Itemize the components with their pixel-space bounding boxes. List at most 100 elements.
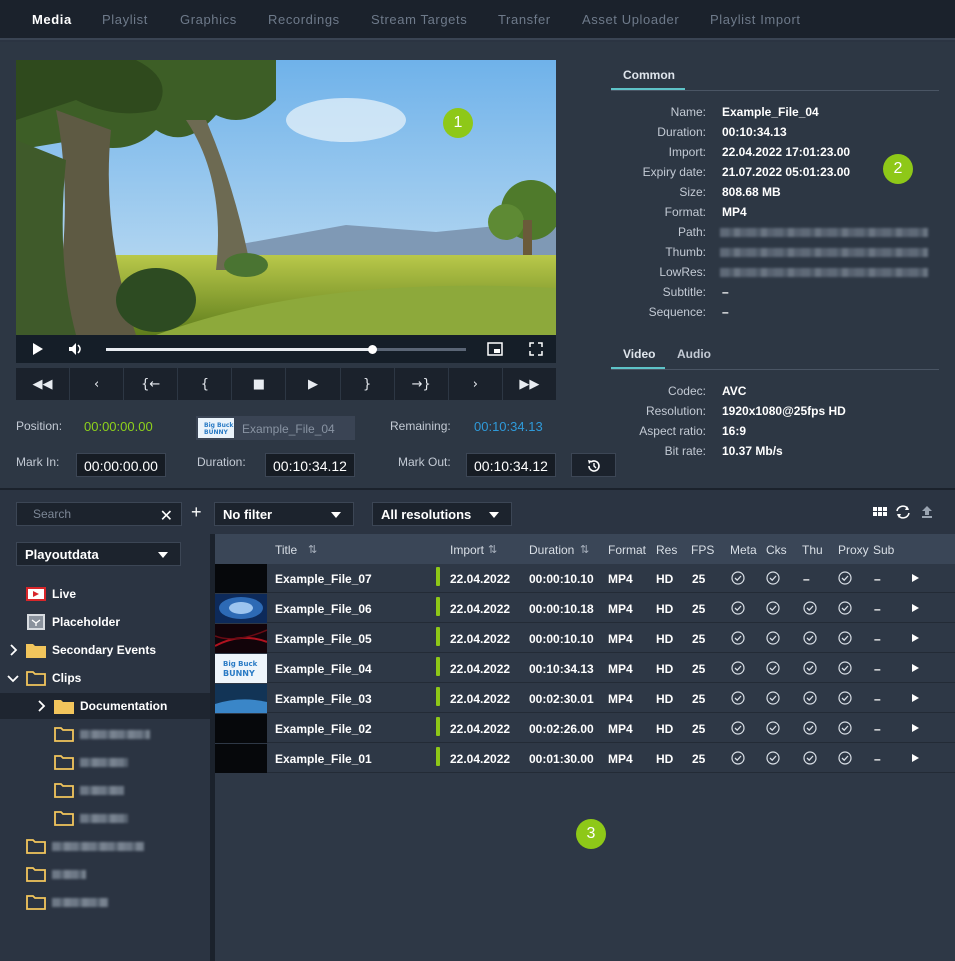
- tree-item-placeholder[interactable]: Placeholder: [0, 609, 210, 635]
- search-input[interactable]: [17, 503, 157, 525]
- play-clip-icon[interactable]: [912, 724, 919, 732]
- tree-item-redacted-folder[interactable]: [0, 833, 210, 859]
- tree-item-documentation[interactable]: Documentation: [0, 693, 210, 719]
- picture-in-picture-icon[interactable]: [487, 341, 503, 357]
- column-duration[interactable]: Duration: [529, 543, 574, 557]
- tab-graphics[interactable]: Graphics: [180, 12, 237, 27]
- tab-recordings[interactable]: Recordings: [268, 12, 340, 27]
- chevron-right-icon[interactable]: [6, 643, 20, 657]
- redacted-label: [80, 814, 128, 823]
- video-tab-divider: [611, 369, 939, 370]
- column-proxy[interactable]: Proxy: [838, 543, 869, 557]
- grid-view-icon[interactable]: [872, 504, 888, 520]
- play-button[interactable]: ▶: [286, 368, 341, 400]
- play-clip-icon[interactable]: [912, 574, 919, 582]
- column-format[interactable]: Format: [608, 543, 646, 557]
- tree-item-secondary-events[interactable]: Secondary Events: [0, 637, 210, 663]
- sort-icon[interactable]: ⇅: [308, 543, 317, 556]
- live-icon: [26, 587, 46, 601]
- play-icon[interactable]: [30, 341, 46, 357]
- filter-dropdown[interactable]: No filter: [214, 502, 354, 526]
- sort-icon[interactable]: ⇅: [488, 543, 497, 556]
- stop-button[interactable]: ■: [232, 368, 287, 400]
- go-to-mark-out-button[interactable]: →}: [395, 368, 449, 400]
- tab-transfer[interactable]: Transfer: [498, 12, 551, 27]
- table-row[interactable]: Example_File_06 22.04.2022 00:00:10.18 MP4 H…: [215, 594, 955, 623]
- rewind-button[interactable]: ◀◀: [16, 368, 71, 400]
- table-row[interactable]: Example_File_07 22.04.2022 00:00:10.10 MP4 H…: [215, 564, 955, 593]
- play-clip-icon[interactable]: [912, 754, 919, 762]
- cell-fps: 25: [692, 722, 706, 736]
- common-property-key: Import:: [668, 145, 706, 159]
- cell-import: 22.04.2022: [450, 572, 511, 586]
- volume-icon[interactable]: [68, 341, 84, 357]
- resolution-dropdown[interactable]: All resolutions: [372, 502, 512, 526]
- column-import[interactable]: Import: [450, 543, 484, 557]
- position-label: Position:: [16, 419, 63, 433]
- tree-item-redacted-folder[interactable]: [0, 721, 210, 747]
- column-meta[interactable]: Meta: [730, 543, 757, 557]
- tab-stream-targets[interactable]: Stream Targets: [371, 12, 467, 27]
- root-dropdown[interactable]: Playoutdata: [16, 542, 181, 566]
- tree-item-redacted-folder[interactable]: [0, 889, 210, 915]
- tree-item-live[interactable]: Live: [0, 581, 210, 607]
- cell-fps: 25: [692, 572, 706, 586]
- folder-outline-icon: [26, 839, 46, 854]
- tab-asset-uploader[interactable]: Asset Uploader: [582, 12, 679, 27]
- fast-forward-button[interactable]: ▶▶: [503, 368, 556, 400]
- column-thu[interactable]: Thu: [802, 543, 823, 557]
- table-row[interactable]: Example_File_05 22.04.2022 00:00:10.10 MP4 H…: [215, 624, 955, 653]
- set-mark-in-button[interactable]: {: [178, 368, 233, 400]
- tab-playlist[interactable]: Playlist: [102, 12, 148, 27]
- go-to-mark-in-button[interactable]: {←: [124, 368, 179, 400]
- tab-playlist-import[interactable]: Playlist Import: [710, 12, 801, 27]
- seek-bar[interactable]: [106, 345, 466, 354]
- redacted-label: [52, 870, 86, 879]
- reset-marks-button[interactable]: [571, 453, 616, 477]
- current-file: Big Buck BUNNY Example_File_04: [196, 416, 355, 440]
- fullscreen-icon[interactable]: [528, 341, 544, 357]
- play-clip-icon[interactable]: [912, 604, 919, 612]
- tab-audio[interactable]: Audio: [677, 347, 711, 361]
- column-res[interactable]: Res: [656, 543, 677, 557]
- column-fps[interactable]: FPS: [691, 543, 714, 557]
- set-mark-out-button[interactable]: }: [341, 368, 395, 400]
- chevron-down-icon[interactable]: [6, 671, 20, 685]
- tree-item-redacted-folder[interactable]: [0, 749, 210, 775]
- next-frame-button[interactable]: ›: [449, 368, 503, 400]
- mark-out-field[interactable]: 00:10:34.12: [466, 453, 556, 477]
- video-preview[interactable]: [16, 60, 556, 335]
- previous-frame-button[interactable]: ‹: [70, 368, 125, 400]
- play-clip-icon[interactable]: [912, 694, 919, 702]
- chevron-right-icon[interactable]: [34, 699, 48, 713]
- table-row[interactable]: Big Buck BUNNY Example_File_04 22.04.2022 00…: [215, 654, 955, 683]
- play-clip-icon[interactable]: [912, 634, 919, 642]
- table-row[interactable]: Example_File_01 22.04.2022 00:01:30.00 MP4 H…: [215, 744, 955, 773]
- tab-common[interactable]: Common: [623, 68, 675, 82]
- play-clip-icon[interactable]: [912, 664, 919, 672]
- tree-item-redacted-folder[interactable]: [0, 861, 210, 887]
- mark-in-field[interactable]: 00:00:00.00: [76, 453, 166, 477]
- column-sub[interactable]: Sub: [873, 543, 894, 557]
- duration-field[interactable]: 00:10:34.12: [265, 453, 355, 477]
- check-circle-icon: [838, 661, 852, 675]
- clear-search-icon[interactable]: ✕: [160, 506, 173, 526]
- tab-media[interactable]: Media: [32, 12, 72, 27]
- tree-item-redacted-folder[interactable]: [0, 777, 210, 803]
- table-row[interactable]: Example_File_02 22.04.2022 00:02:26.00 MP4 H…: [215, 714, 955, 743]
- upload-icon[interactable]: [919, 504, 935, 520]
- sort-icon[interactable]: ⇅: [580, 543, 589, 556]
- tree-item-redacted-folder[interactable]: [0, 805, 210, 831]
- common-property-key: Subtitle:: [662, 285, 706, 299]
- column-cks[interactable]: Cks: [766, 543, 787, 557]
- column-title[interactable]: Title: [275, 543, 297, 557]
- callout-badge-3: 3: [576, 819, 606, 849]
- callout-badge-1: 1: [443, 108, 473, 138]
- table-row[interactable]: Example_File_03 22.04.2022 00:02:30.01 MP4 H…: [215, 684, 955, 713]
- tab-video[interactable]: Video: [623, 347, 655, 361]
- add-filter-button[interactable]: +: [191, 502, 202, 523]
- seek-handle[interactable]: [368, 345, 378, 354]
- cell-format: MP4: [608, 632, 633, 646]
- refresh-icon[interactable]: [895, 504, 911, 520]
- tree-item-clips[interactable]: Clips: [0, 665, 210, 691]
